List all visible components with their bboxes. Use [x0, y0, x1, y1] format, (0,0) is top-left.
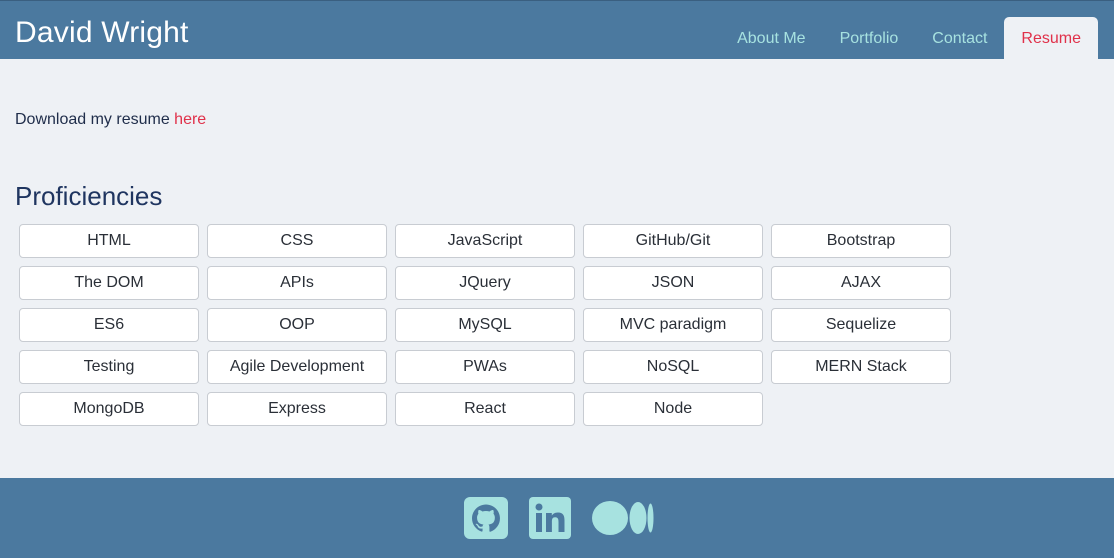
skill-chip: MERN Stack: [771, 350, 951, 384]
skill-chip: Express: [207, 392, 387, 426]
nav-resume[interactable]: Resume: [1004, 17, 1098, 60]
skill-chip: GitHub/Git: [583, 224, 763, 258]
site-header: David Wright About Me Portfolio Contact …: [0, 0, 1114, 60]
skill-chip: MVC paradigm: [583, 308, 763, 342]
skill-chip: AJAX: [771, 266, 951, 300]
site-footer: [0, 478, 1114, 558]
social-links: [464, 497, 654, 539]
skill-chip: MySQL: [395, 308, 575, 342]
proficiencies-grid: HTML CSS JavaScript GitHub/Git Bootstrap…: [19, 224, 951, 426]
skill-chip: Sequelize: [771, 308, 951, 342]
skill-chip: Bootstrap: [771, 224, 951, 258]
site-title[interactable]: David Wright: [15, 15, 189, 51]
proficiencies-title: Proficiencies: [15, 181, 163, 211]
skill-chip: NoSQL: [583, 350, 763, 384]
skill-chip: JQuery: [395, 266, 575, 300]
nav-portfolio[interactable]: Portfolio: [823, 17, 916, 60]
github-icon[interactable]: [464, 497, 508, 539]
nav-contact[interactable]: Contact: [915, 17, 1004, 60]
skill-chip: JavaScript: [395, 224, 575, 258]
download-text: Download my resume: [15, 111, 175, 128]
skill-chip: Agile Development: [207, 350, 387, 384]
nav-about-me[interactable]: About Me: [720, 17, 822, 60]
skill-chip: ES6: [19, 308, 199, 342]
skill-chip: The DOM: [19, 266, 199, 300]
download-resume-link[interactable]: here: [174, 111, 206, 128]
download-resume-line: Download my resume here: [15, 110, 206, 130]
skill-chip: MongoDB: [19, 392, 199, 426]
skill-chip: APIs: [207, 266, 387, 300]
skill-chip: React: [395, 392, 575, 426]
medium-icon[interactable]: [592, 497, 654, 539]
linkedin-icon[interactable]: [528, 497, 572, 539]
skill-chip: CSS: [207, 224, 387, 258]
skill-chip: PWAs: [395, 350, 575, 384]
skill-chip: JSON: [583, 266, 763, 300]
main-nav: About Me Portfolio Contact Resume: [720, 17, 1098, 60]
skill-chip: OOP: [207, 308, 387, 342]
skill-chip: HTML: [19, 224, 199, 258]
skill-chip: Testing: [19, 350, 199, 384]
skill-chip: Node: [583, 392, 763, 426]
